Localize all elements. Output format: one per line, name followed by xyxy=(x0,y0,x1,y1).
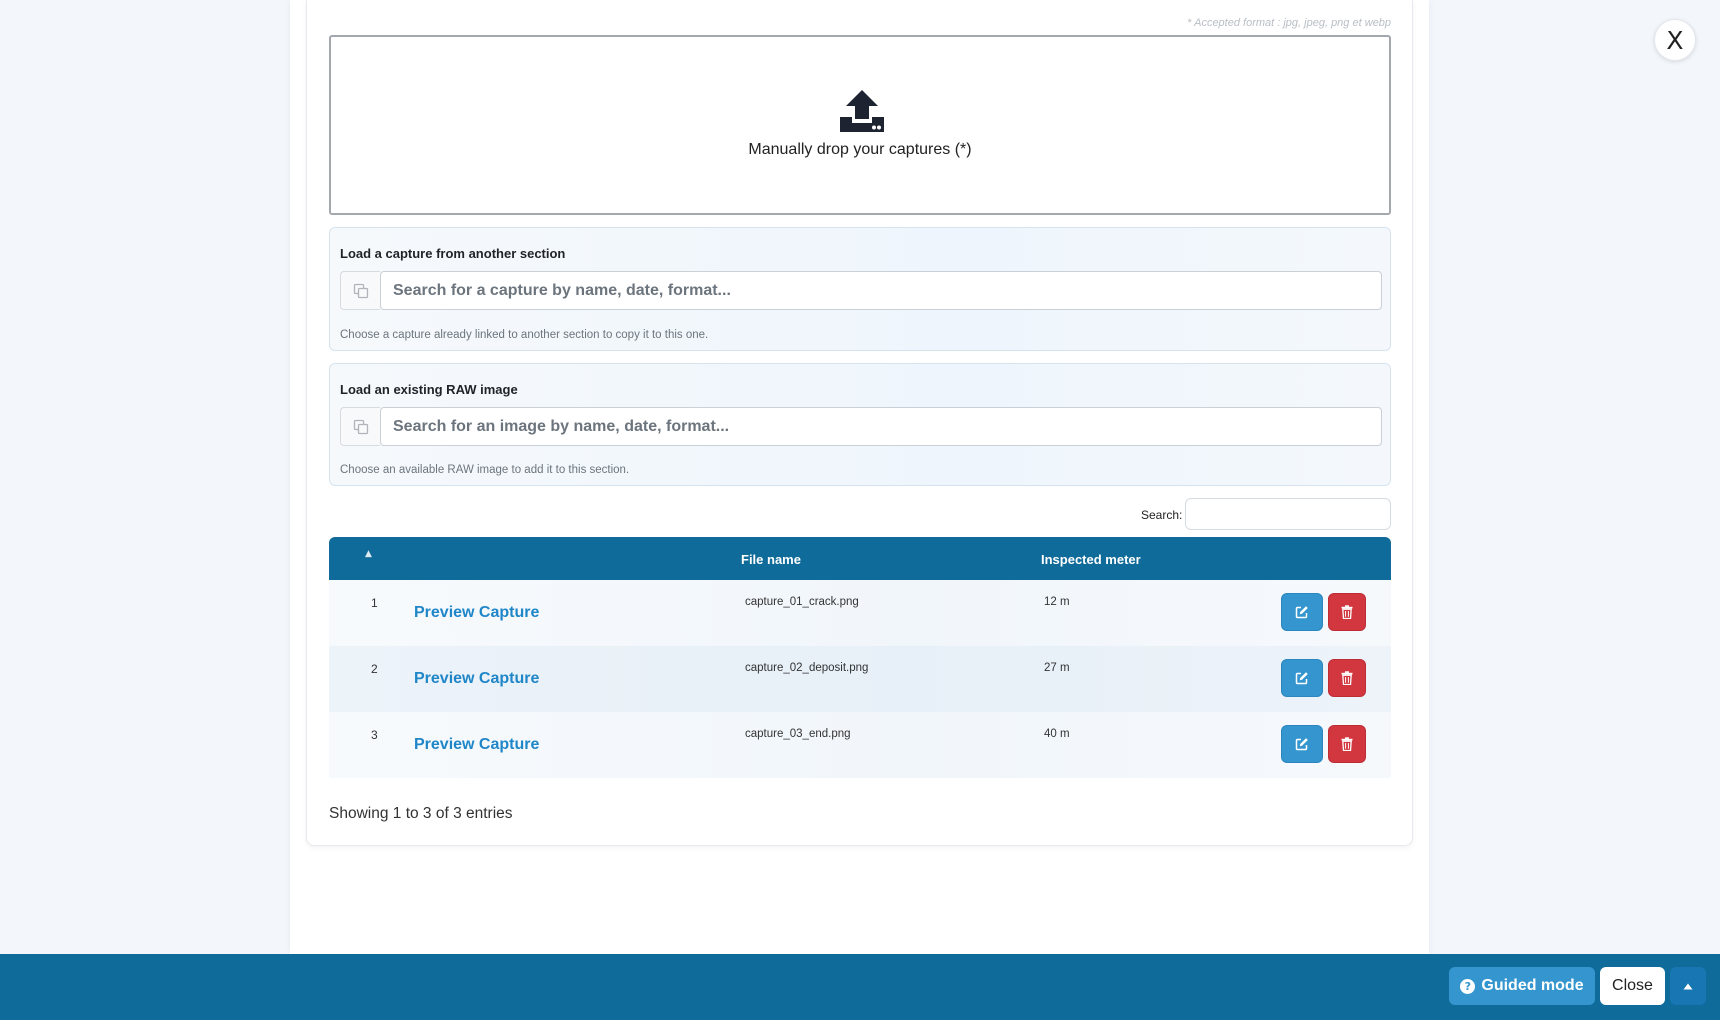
table-search-input[interactable] xyxy=(1185,498,1391,530)
captures-card: * Accepted format : jpg, jpeg, png et we… xyxy=(306,0,1413,846)
table-info: Showing 1 to 3 of 3 entries xyxy=(329,805,513,822)
edit-icon xyxy=(1295,606,1308,619)
edit-icon xyxy=(1295,672,1308,685)
sort-ascending-icon[interactable]: ▲ xyxy=(365,549,372,559)
accepted-formats-note: * Accepted format : jpg, jpeg, png et we… xyxy=(1187,17,1391,29)
table-search-label: Search: xyxy=(1141,508,1183,522)
preview-capture-link[interactable]: Preview Capture xyxy=(414,736,539,754)
load-raw-input-group xyxy=(340,407,1382,446)
edit-button[interactable] xyxy=(1281,593,1323,631)
row-inspected-meter: 12 m xyxy=(1044,596,1070,608)
load-capture-title: Load a capture from another section xyxy=(340,246,566,261)
edit-button[interactable] xyxy=(1281,659,1323,697)
load-raw-help: Choose an available RAW image to add it … xyxy=(340,464,630,476)
row-inspected-meter: 27 m xyxy=(1044,662,1070,674)
scroll-up-button[interactable] xyxy=(1670,967,1706,1005)
capture-dropzone[interactable]: Manually drop your captures (*) xyxy=(329,35,1391,215)
table-row: 3 Preview Capture capture_03_end.png 40 … xyxy=(329,712,1391,778)
guided-mode-button[interactable]: ? Guided mode xyxy=(1449,967,1595,1005)
load-capture-panel: Load a capture from another section Choo… xyxy=(329,227,1391,351)
row-file-name: capture_01_crack.png xyxy=(745,596,859,608)
trash-icon xyxy=(1341,605,1353,619)
row-index: 2 xyxy=(371,662,378,676)
load-capture-input-group xyxy=(340,271,1382,310)
footer-bar: ? Guided mode Close xyxy=(0,954,1720,1020)
trash-icon xyxy=(1341,737,1353,751)
table-row: 1 Preview Capture capture_01_crack.png 1… xyxy=(329,580,1391,646)
delete-button[interactable] xyxy=(1328,593,1366,631)
table-header: ▲ File name Inspected meter xyxy=(329,537,1391,580)
edit-icon xyxy=(1295,738,1308,751)
question-circle-icon: ? xyxy=(1460,978,1476,994)
load-raw-search-input[interactable] xyxy=(380,407,1382,446)
row-index: 3 xyxy=(371,728,378,742)
captures-table: ▲ File name Inspected meter 1 Preview Ca… xyxy=(329,537,1391,778)
column-header-file-name[interactable]: File name xyxy=(741,552,801,567)
row-file-name: capture_03_end.png xyxy=(745,728,851,740)
load-capture-search-input[interactable] xyxy=(380,271,1382,310)
load-raw-panel: Load an existing RAW image Choose an ava… xyxy=(329,363,1391,486)
caret-up-icon xyxy=(1683,983,1693,989)
table-row: 2 Preview Capture capture_02_deposit.png… xyxy=(329,646,1391,712)
load-capture-help: Choose a capture already linked to anoth… xyxy=(340,329,709,341)
delete-button[interactable] xyxy=(1328,725,1366,763)
modal-close-button[interactable]: X xyxy=(1654,19,1696,61)
dropzone-label: Manually drop your captures (*) xyxy=(748,141,972,158)
close-button[interactable]: Close xyxy=(1600,967,1665,1005)
preview-capture-link[interactable]: Preview Capture xyxy=(414,604,539,622)
delete-button[interactable] xyxy=(1328,659,1366,697)
row-file-name: capture_02_deposit.png xyxy=(745,662,869,674)
row-index: 1 xyxy=(371,596,378,610)
copy-icon xyxy=(340,407,380,446)
copy-icon xyxy=(340,271,380,310)
trash-icon xyxy=(1341,671,1353,685)
row-inspected-meter: 40 m xyxy=(1044,728,1070,740)
edit-button[interactable] xyxy=(1281,725,1323,763)
preview-capture-link[interactable]: Preview Capture xyxy=(414,670,539,688)
guided-mode-label: Guided mode xyxy=(1481,977,1584,994)
upload-tray-icon xyxy=(840,90,884,132)
column-header-inspected-meter[interactable]: Inspected meter xyxy=(1041,552,1141,567)
load-raw-title: Load an existing RAW image xyxy=(340,382,518,397)
